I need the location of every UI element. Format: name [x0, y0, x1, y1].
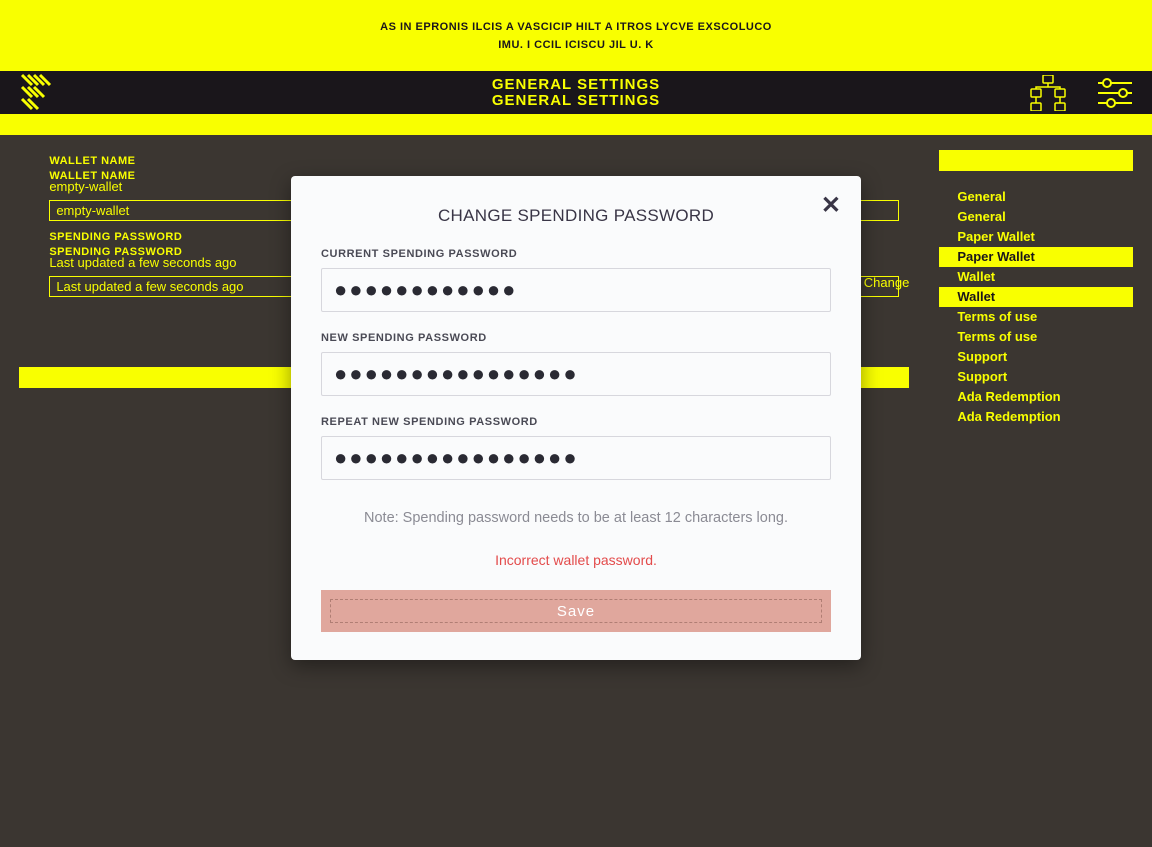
repeat-password-label: REPEAT NEW SPENDING PASSWORD: [321, 416, 831, 428]
close-icon[interactable]: ✕: [821, 194, 841, 218]
repeat-password-input[interactable]: [321, 436, 831, 480]
current-password-input[interactable]: [321, 268, 831, 312]
change-password-modal: CHANGE SPENDING PASSWORD ✕ CURRENT SPEND…: [291, 176, 861, 660]
new-password-input[interactable]: [321, 352, 831, 396]
modal-title: CHANGE SPENDING PASSWORD: [321, 206, 831, 226]
password-note: Note: Spending password needs to be at l…: [321, 510, 831, 526]
password-error: Incorrect wallet password.: [321, 552, 831, 568]
current-password-label: CURRENT SPENDING PASSWORD: [321, 248, 831, 260]
modal-overlay: CHANGE SPENDING PASSWORD ✕ CURRENT SPEND…: [0, 0, 1152, 847]
save-button[interactable]: Save: [321, 590, 831, 632]
new-password-label: NEW SPENDING PASSWORD: [321, 332, 831, 344]
